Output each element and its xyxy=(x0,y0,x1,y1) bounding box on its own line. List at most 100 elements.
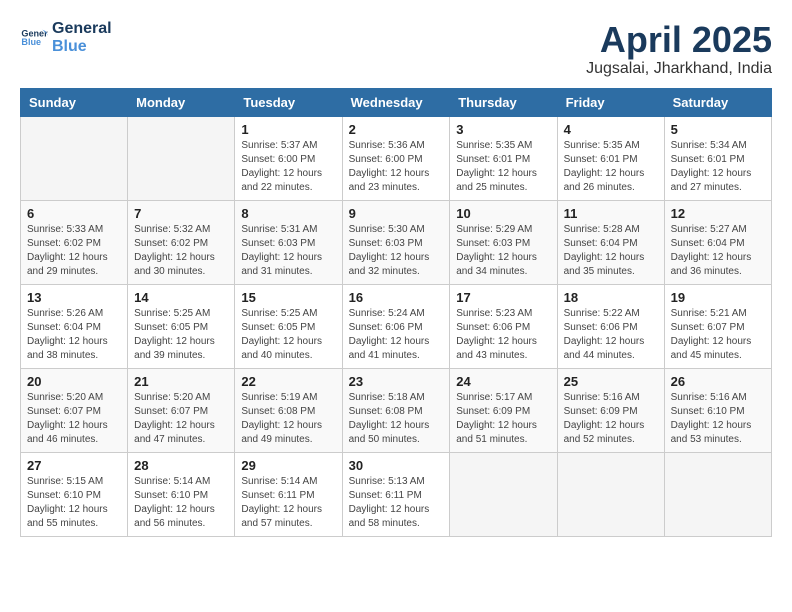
calendar-cell: 9 Sunrise: 5:30 AMSunset: 6:03 PMDaylight… xyxy=(342,200,450,284)
svg-text:Blue: Blue xyxy=(21,37,41,47)
month-title: April 2025 xyxy=(586,20,772,60)
day-info: Sunrise: 5:31 AMSunset: 6:03 PMDaylight:… xyxy=(241,223,335,279)
calendar-cell: 18 Sunrise: 5:22 AMSunset: 6:06 PMDayligh… xyxy=(557,284,664,368)
calendar-cell: 2Sunrise: 5:36 AMSunset: 6:00 PMDaylight… xyxy=(342,116,450,200)
day-info: Sunrise: 5:36 AMSunset: 6:00 PMDaylight:… xyxy=(349,139,444,195)
header-thursday: Thursday xyxy=(450,88,557,116)
day-number: 1 xyxy=(241,122,335,137)
day-number: 9 xyxy=(349,206,444,221)
calendar-header-row: SundayMondayTuesdayWednesdayThursdayFrid… xyxy=(21,88,772,116)
calendar-cell xyxy=(450,452,557,536)
calendar-cell: 13Sunrise: 5:26 AMSunset: 6:04 PMDayligh… xyxy=(21,284,128,368)
calendar-cell xyxy=(128,116,235,200)
calendar-week-row: 1 Sunrise: 5:37 AMSunset: 6:00 PMDaylight… xyxy=(21,116,772,200)
day-info: Sunrise: 5:30 AMSunset: 6:03 PMDaylight:… xyxy=(349,223,444,279)
day-number: 28 xyxy=(134,458,228,473)
calendar-cell xyxy=(21,116,128,200)
logo-icon: General Blue xyxy=(20,24,48,52)
day-info: Sunrise: 5:25 AMSunset: 6:05 PMDaylight:… xyxy=(241,307,335,363)
calendar-cell: 16 Sunrise: 5:24 AMSunset: 6:06 PMDayligh… xyxy=(342,284,450,368)
calendar-cell: 22 Sunrise: 5:19 AMSunset: 6:08 PMDayligh… xyxy=(235,368,342,452)
day-number: 30 xyxy=(349,458,444,473)
day-number: 22 xyxy=(241,374,335,389)
day-info: Sunrise: 5:28 AMSunset: 6:04 PMDaylight:… xyxy=(564,223,658,279)
calendar-cell: 25Sunrise: 5:16 AMSunset: 6:09 PMDayligh… xyxy=(557,368,664,452)
header-friday: Friday xyxy=(557,88,664,116)
day-info: Sunrise: 5:24 AMSunset: 6:06 PMDaylight:… xyxy=(349,307,444,363)
calendar-cell: 26Sunrise: 5:16 AMSunset: 6:10 PMDayligh… xyxy=(664,368,771,452)
day-number: 18 xyxy=(564,290,658,305)
calendar-cell: 29 Sunrise: 5:14 AMSunset: 6:11 PMDayligh… xyxy=(235,452,342,536)
calendar-week-row: 6 Sunrise: 5:33 AMSunset: 6:02 PMDaylight… xyxy=(21,200,772,284)
day-number: 16 xyxy=(349,290,444,305)
header-wednesday: Wednesday xyxy=(342,88,450,116)
day-info: Sunrise: 5:16 AMSunset: 6:09 PMDaylight:… xyxy=(564,391,658,447)
day-number: 6 xyxy=(27,206,121,221)
day-info: Sunrise: 5:20 AMSunset: 6:07 PMDaylight:… xyxy=(27,391,121,447)
day-info: Sunrise: 5:14 AMSunset: 6:10 PMDaylight:… xyxy=(134,475,228,531)
calendar-cell: 7Sunrise: 5:32 AMSunset: 6:02 PMDaylight… xyxy=(128,200,235,284)
header-tuesday: Tuesday xyxy=(235,88,342,116)
logo-line2: Blue xyxy=(52,38,112,56)
title-area: April 2025 Jugsalai, Jharkhand, India xyxy=(586,20,772,78)
day-info: Sunrise: 5:20 AMSunset: 6:07 PMDaylight:… xyxy=(134,391,228,447)
calendar: SundayMondayTuesdayWednesdayThursdayFrid… xyxy=(20,88,772,537)
day-info: Sunrise: 5:19 AMSunset: 6:08 PMDaylight:… xyxy=(241,391,335,447)
calendar-cell: 21 Sunrise: 5:20 AMSunset: 6:07 PMDayligh… xyxy=(128,368,235,452)
calendar-cell: 24Sunrise: 5:17 AMSunset: 6:09 PMDayligh… xyxy=(450,368,557,452)
day-info: Sunrise: 5:35 AMSunset: 6:01 PMDaylight:… xyxy=(564,139,658,195)
day-number: 7 xyxy=(134,206,228,221)
logo: General Blue General Blue xyxy=(20,20,112,57)
calendar-cell xyxy=(664,452,771,536)
logo-line1: General xyxy=(52,20,112,38)
calendar-week-row: 27Sunrise: 5:15 AMSunset: 6:10 PMDayligh… xyxy=(21,452,772,536)
day-info: Sunrise: 5:37 AMSunset: 6:00 PMDaylight:… xyxy=(241,139,335,195)
day-info: Sunrise: 5:23 AMSunset: 6:06 PMDaylight:… xyxy=(456,307,550,363)
day-number: 17 xyxy=(456,290,550,305)
location-title: Jugsalai, Jharkhand, India xyxy=(586,60,772,78)
day-info: Sunrise: 5:27 AMSunset: 6:04 PMDaylight:… xyxy=(671,223,765,279)
calendar-cell: 1 Sunrise: 5:37 AMSunset: 6:00 PMDaylight… xyxy=(235,116,342,200)
calendar-week-row: 13Sunrise: 5:26 AMSunset: 6:04 PMDayligh… xyxy=(21,284,772,368)
day-info: Sunrise: 5:21 AMSunset: 6:07 PMDaylight:… xyxy=(671,307,765,363)
day-info: Sunrise: 5:16 AMSunset: 6:10 PMDaylight:… xyxy=(671,391,765,447)
day-info: Sunrise: 5:35 AMSunset: 6:01 PMDaylight:… xyxy=(456,139,550,195)
day-number: 21 xyxy=(134,374,228,389)
day-number: 14 xyxy=(134,290,228,305)
calendar-cell: 10Sunrise: 5:29 AMSunset: 6:03 PMDayligh… xyxy=(450,200,557,284)
calendar-cell: 14 Sunrise: 5:25 AMSunset: 6:05 PMDayligh… xyxy=(128,284,235,368)
day-info: Sunrise: 5:14 AMSunset: 6:11 PMDaylight:… xyxy=(241,475,335,531)
header-saturday: Saturday xyxy=(664,88,771,116)
day-number: 4 xyxy=(564,122,658,137)
calendar-cell: 20 Sunrise: 5:20 AMSunset: 6:07 PMDayligh… xyxy=(21,368,128,452)
day-number: 3 xyxy=(456,122,550,137)
day-number: 13 xyxy=(27,290,121,305)
calendar-cell: 23Sunrise: 5:18 AMSunset: 6:08 PMDayligh… xyxy=(342,368,450,452)
calendar-cell: 28 Sunrise: 5:14 AMSunset: 6:10 PMDayligh… xyxy=(128,452,235,536)
calendar-cell: 8 Sunrise: 5:31 AMSunset: 6:03 PMDaylight… xyxy=(235,200,342,284)
calendar-cell: 11 Sunrise: 5:28 AMSunset: 6:04 PMDayligh… xyxy=(557,200,664,284)
day-info: Sunrise: 5:33 AMSunset: 6:02 PMDaylight:… xyxy=(27,223,121,279)
calendar-cell: 6 Sunrise: 5:33 AMSunset: 6:02 PMDaylight… xyxy=(21,200,128,284)
day-number: 5 xyxy=(671,122,765,137)
day-number: 10 xyxy=(456,206,550,221)
calendar-cell: 19Sunrise: 5:21 AMSunset: 6:07 PMDayligh… xyxy=(664,284,771,368)
day-number: 12 xyxy=(671,206,765,221)
calendar-cell: 27Sunrise: 5:15 AMSunset: 6:10 PMDayligh… xyxy=(21,452,128,536)
day-number: 29 xyxy=(241,458,335,473)
calendar-cell: 4 Sunrise: 5:35 AMSunset: 6:01 PMDaylight… xyxy=(557,116,664,200)
day-number: 20 xyxy=(27,374,121,389)
calendar-cell: 17 Sunrise: 5:23 AMSunset: 6:06 PMDayligh… xyxy=(450,284,557,368)
day-number: 15 xyxy=(241,290,335,305)
day-info: Sunrise: 5:22 AMSunset: 6:06 PMDaylight:… xyxy=(564,307,658,363)
day-number: 24 xyxy=(456,374,550,389)
day-info: Sunrise: 5:25 AMSunset: 6:05 PMDaylight:… xyxy=(134,307,228,363)
calendar-cell: 30Sunrise: 5:13 AMSunset: 6:11 PMDayligh… xyxy=(342,452,450,536)
calendar-cell: 5Sunrise: 5:34 AMSunset: 6:01 PMDaylight… xyxy=(664,116,771,200)
day-number: 27 xyxy=(27,458,121,473)
calendar-cell: 12 Sunrise: 5:27 AMSunset: 6:04 PMDayligh… xyxy=(664,200,771,284)
day-number: 11 xyxy=(564,206,658,221)
calendar-cell xyxy=(557,452,664,536)
day-number: 8 xyxy=(241,206,335,221)
calendar-cell: 15 Sunrise: 5:25 AMSunset: 6:05 PMDayligh… xyxy=(235,284,342,368)
